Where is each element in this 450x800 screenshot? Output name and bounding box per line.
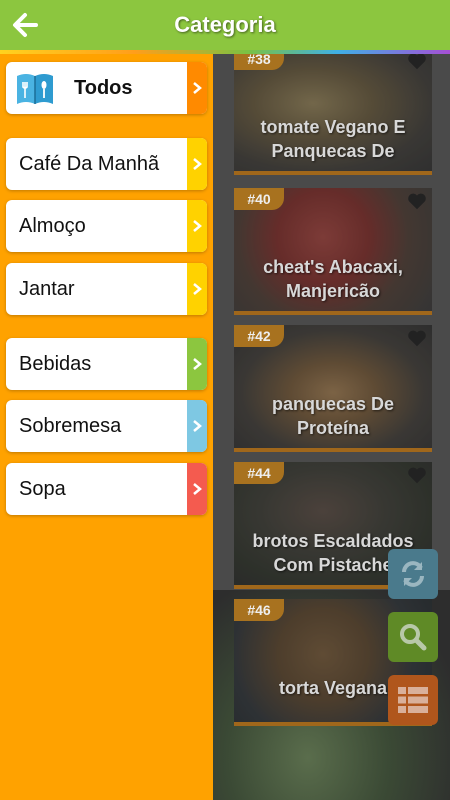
arrow-left-icon [13,13,38,37]
category-label: Bebidas [19,352,92,375]
category-item-almoco[interactable]: Almoço [6,200,207,252]
category-label: Todos [74,76,133,99]
recipe-title: cheat's Abacaxi, Manjericão [234,255,432,303]
recipe-number-badge: #38 [234,54,284,70]
chevron-right-icon [187,200,207,252]
category-label: Jantar [19,277,75,300]
book-icon [10,62,60,114]
chevron-right-icon [187,463,207,515]
chevron-right-icon [187,263,207,315]
category-item-jantar[interactable]: Jantar [6,263,207,315]
recipe-card[interactable]: #42 panquecas De Proteína [234,325,432,452]
refresh-icon [402,561,424,587]
recipe-title-line1: tomate Vegano E [260,117,406,137]
page-title: Categoria [174,12,276,37]
refresh-button[interactable] [388,549,438,599]
category-item-todos[interactable]: Todos [6,62,207,114]
recipe-title-line2: Manjericão [285,281,381,301]
category-label: Almoço [19,214,86,237]
recipe-card[interactable]: #40 cheat's Abacaxi, Manjericão [234,188,432,315]
category-item-bebidas[interactable]: Bebidas [6,338,207,390]
category-label: Sopa [19,477,66,500]
app-header: Categoria [0,0,450,50]
chevron-right-icon [187,338,207,390]
heart-icon[interactable] [406,327,428,349]
recipe-title-line1: cheat's Abacaxi, [263,257,403,277]
category-label: Café Da Manhã [19,152,160,175]
category-item-sobremesa[interactable]: Sobremesa [6,400,207,452]
heart-icon[interactable] [406,464,428,486]
category-drawer: Todos Café Da Manhã Almoço Jantar Bebida… [0,54,213,800]
back-button[interactable] [8,8,42,42]
category-item-cafe-da-manha[interactable]: Café Da Manhã [6,138,207,190]
recipe-number-badge: #46 [234,599,284,621]
chevron-right-icon [187,138,207,190]
list-view-button[interactable] [388,675,438,725]
recipe-title: panquecas De Proteína [234,392,432,440]
search-button[interactable] [388,612,438,662]
recipe-number-badge: #40 [234,188,284,210]
category-label: Sobremesa [19,414,122,437]
recipe-number-badge: #44 [234,462,284,484]
recipe-title-line2: Panquecas De [271,141,395,161]
recipe-card[interactable]: #38 tomate Vegano E Panquecas De [234,54,432,175]
heart-icon[interactable] [406,190,428,212]
category-item-sopa[interactable]: Sopa [6,463,207,515]
recipe-title-line2: Proteína [296,418,370,438]
recipe-title: tomate Vegano E Panquecas De [234,115,432,163]
search-icon [400,624,427,651]
heart-icon[interactable] [406,54,428,72]
list-icon [398,687,428,713]
recipe-title-line1: panquecas De [271,394,395,414]
chevron-right-icon [187,62,207,114]
recipe-number-badge: #42 [234,325,284,347]
chevron-right-icon [187,400,207,452]
